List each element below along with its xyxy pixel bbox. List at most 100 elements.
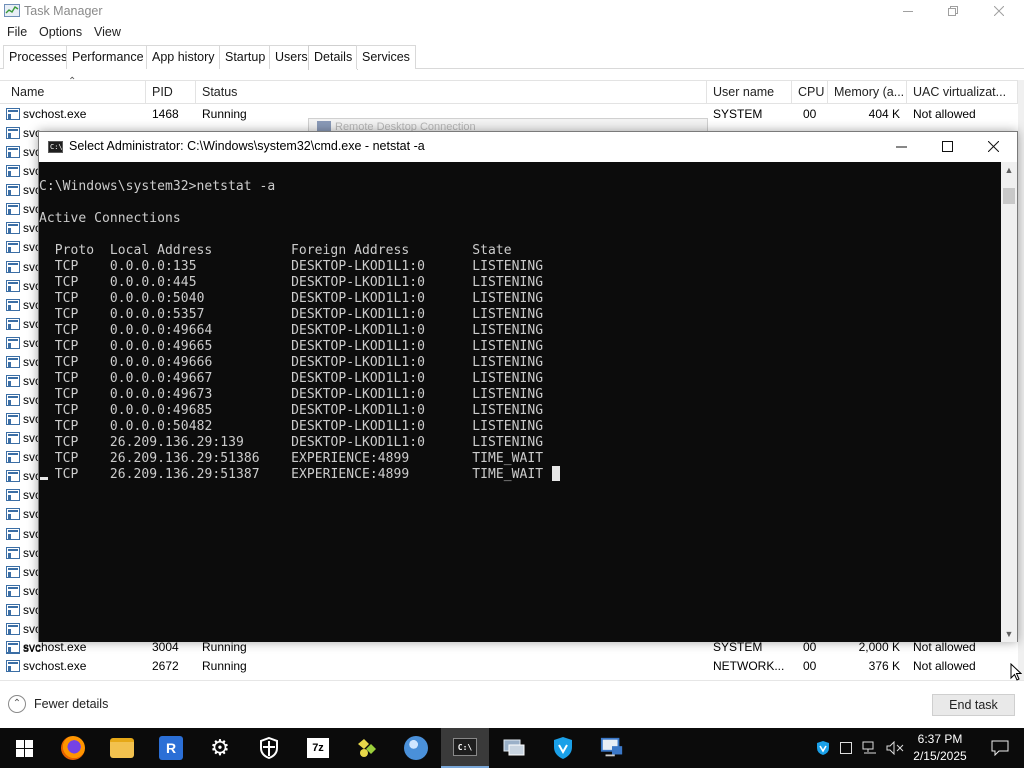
conn-local-address: 0.0.0.0:445 bbox=[109, 275, 197, 290]
column-header-user[interactable]: User name bbox=[707, 81, 792, 103]
tm-minimize-button[interactable] bbox=[885, 0, 931, 22]
tm-restore-button[interactable] bbox=[930, 0, 976, 22]
conn-proto: TCP bbox=[54, 291, 79, 306]
connection-line: TCP 0.0.0.0:135 DESKTOP-LKOD1L1:0 LISTEN… bbox=[39, 259, 543, 274]
text-cursor-underline bbox=[40, 477, 48, 480]
connection-line: TCP 0.0.0.0:49673 DESKTOP-LKOD1L1:0 LIST… bbox=[39, 387, 543, 402]
conn-state: LISTENING bbox=[472, 435, 544, 450]
conn-proto: TCP bbox=[54, 435, 79, 450]
scroll-thumb[interactable] bbox=[1003, 188, 1015, 204]
tab-details[interactable]: Details bbox=[308, 45, 359, 70]
table-row[interactable]: svchost.exe 2672 Running NETWORK... 00 376 K N… bbox=[0, 657, 1018, 676]
conn-foreign-address: DESKTOP-LKOD1L1:0 bbox=[291, 275, 426, 290]
show-desktop-tray-icon[interactable] bbox=[838, 728, 854, 768]
volume-tray-icon[interactable] bbox=[884, 728, 906, 768]
puzzle-app-icon bbox=[355, 736, 379, 760]
taskbar-vpn-shield-button[interactable] bbox=[539, 728, 587, 768]
conn-foreign-address: DESKTOP-LKOD1L1:0 bbox=[291, 323, 426, 338]
process-memory: 376 K bbox=[868, 659, 900, 673]
column-header-cpu[interactable]: CPU bbox=[792, 81, 828, 103]
cmd-close-button[interactable] bbox=[970, 132, 1016, 161]
conn-local-address: 0.0.0.0:5040 bbox=[109, 291, 205, 306]
conn-local-address: 0.0.0.0:5357 bbox=[109, 307, 205, 322]
taskbar-file-explorer-button[interactable] bbox=[98, 728, 146, 768]
conn-foreign-address: DESKTOP-LKOD1L1:0 bbox=[291, 307, 426, 322]
tab-processes[interactable]: Processes bbox=[3, 45, 74, 69]
column-header-name[interactable]: Name bbox=[5, 81, 146, 103]
taskbar-firefox-button[interactable] bbox=[49, 728, 97, 768]
conn-foreign-address: DESKTOP-LKOD1L1:0 bbox=[291, 403, 426, 418]
tab-performance[interactable]: Performance bbox=[66, 45, 150, 69]
taskbar-remote-desktop-button[interactable] bbox=[588, 728, 636, 768]
taskbar-globe-browser-button[interactable] bbox=[392, 728, 440, 768]
process-app-icon bbox=[6, 241, 20, 254]
taskbar-clock[interactable]: 6:37 PM 2/15/2025 bbox=[908, 731, 972, 765]
task-manager-titlebar[interactable]: Task Manager bbox=[0, 0, 1024, 23]
cmd-maximize-button[interactable] bbox=[924, 132, 970, 161]
column-header-status[interactable]: Status bbox=[196, 81, 707, 103]
conn-foreign-address: DESKTOP-LKOD1L1:0 bbox=[291, 339, 426, 354]
action-center-button[interactable] bbox=[980, 728, 1020, 768]
end-task-button[interactable]: End task bbox=[932, 694, 1015, 716]
cmd-titlebar[interactable]: C:\ Select Administrator: C:\Windows\sys… bbox=[39, 132, 1017, 162]
menu-view[interactable]: View bbox=[94, 25, 121, 39]
process-user: SYSTEM bbox=[713, 640, 763, 654]
cmd-scrollbar[interactable]: ▲ ▼ bbox=[1001, 162, 1017, 642]
close-icon bbox=[994, 6, 1004, 16]
taskbar-network-monitor-button[interactable] bbox=[490, 728, 538, 768]
process-app-icon bbox=[6, 565, 20, 578]
conn-proto: TCP bbox=[54, 259, 79, 274]
taskbar-7zip-button[interactable]: 7z bbox=[294, 728, 342, 768]
cmd-minimize-button[interactable] bbox=[878, 132, 924, 161]
process-app-icon bbox=[6, 146, 20, 159]
windows-logo-icon bbox=[15, 739, 33, 757]
start-button[interactable] bbox=[0, 728, 48, 768]
tab-users[interactable]: Users bbox=[269, 45, 314, 69]
conn-proto: TCP bbox=[54, 339, 79, 354]
process-app-icon bbox=[6, 279, 20, 292]
taskbar-puzzle-app-button[interactable] bbox=[343, 728, 391, 768]
taskbar-settings-gear-button[interactable]: ⚙ bbox=[196, 728, 244, 768]
conn-state: LISTENING bbox=[472, 419, 544, 434]
chevron-up-icon[interactable]: ⌃ bbox=[8, 695, 26, 713]
taskbar-command-prompt-button[interactable]: C:\ bbox=[441, 728, 489, 768]
vpn-shield-tray-icon bbox=[817, 741, 829, 755]
process-app-icon bbox=[6, 660, 20, 672]
connection-line: TCP 0.0.0.0:49664 DESKTOP-LKOD1L1:0 LIST… bbox=[39, 323, 543, 338]
process-app-icon bbox=[6, 432, 20, 445]
connection-line: TCP 0.0.0.0:5357 DESKTOP-LKOD1L1:0 LISTE… bbox=[39, 307, 543, 322]
vpn-tray-icon[interactable] bbox=[812, 728, 834, 768]
conn-proto: TCP bbox=[54, 355, 79, 370]
scroll-up-arrow-icon[interactable]: ▲ bbox=[1001, 162, 1017, 178]
scroll-down-arrow-icon[interactable]: ▼ bbox=[1001, 626, 1017, 642]
conn-foreign-address: DESKTOP-LKOD1L1:0 bbox=[291, 259, 426, 274]
minimize-icon bbox=[903, 11, 913, 12]
tab-startup[interactable]: Startup bbox=[219, 45, 272, 69]
conn-state: LISTENING bbox=[472, 339, 544, 354]
taskbar-shield-app-button[interactable] bbox=[245, 728, 293, 768]
conn-state: LISTENING bbox=[472, 275, 544, 290]
process-app-icon bbox=[6, 165, 20, 178]
process-app-icon bbox=[6, 336, 20, 349]
process-app-icon bbox=[6, 508, 20, 521]
process-app-icon bbox=[6, 298, 20, 311]
conn-foreign-address: DESKTOP-LKOD1L1:0 bbox=[291, 291, 426, 306]
tm-scrollbar[interactable] bbox=[1018, 80, 1024, 680]
menu-options[interactable]: Options bbox=[39, 25, 82, 39]
column-header-pid[interactable]: PID bbox=[146, 81, 196, 103]
tab-app-history[interactable]: App history bbox=[146, 45, 221, 69]
column-header-memory[interactable]: Memory (a... bbox=[828, 81, 907, 103]
conn-local-address: 26.209.136.29:51387 bbox=[109, 467, 260, 482]
tm-close-button[interactable] bbox=[976, 0, 1022, 22]
column-header-uac[interactable]: UAC virtualizat... bbox=[907, 81, 1018, 103]
remote-desktop-connection-window[interactable]: Remote Desktop Connection bbox=[308, 118, 708, 132]
menu-file[interactable]: File bbox=[7, 25, 27, 39]
taskbar-remote-app-button[interactable]: R bbox=[147, 728, 195, 768]
fewer-details-link[interactable]: Fewer details bbox=[34, 697, 108, 711]
console-output[interactable]: C:\Windows\system32>netstat -a Active Co… bbox=[39, 162, 1001, 642]
tab-services[interactable]: Services bbox=[356, 45, 416, 69]
network-tray-icon[interactable] bbox=[860, 728, 880, 768]
conn-local-address: 0.0.0.0:49667 bbox=[109, 371, 213, 386]
process-app-icon bbox=[6, 260, 20, 273]
minimize-icon bbox=[895, 146, 907, 148]
